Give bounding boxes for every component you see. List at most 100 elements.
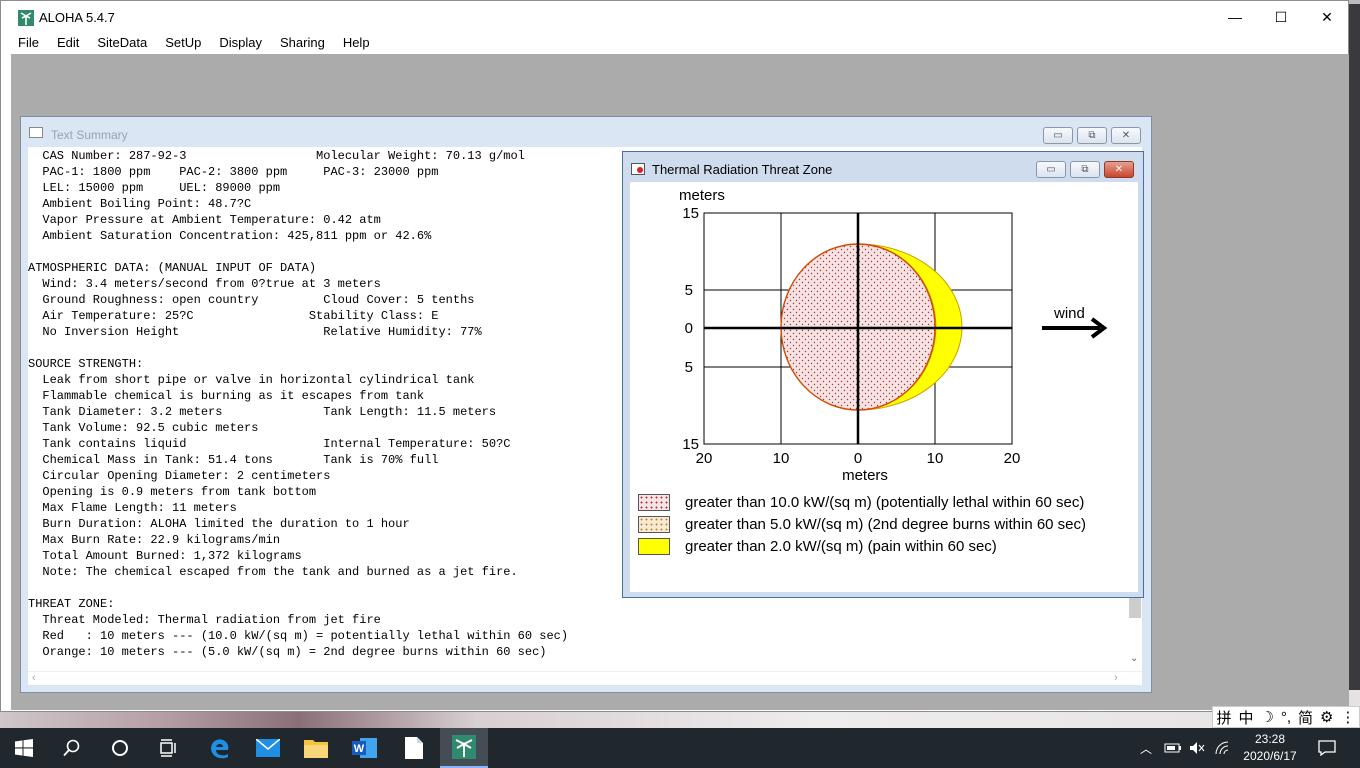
notification-button[interactable] (1318, 728, 1336, 768)
file-explorer-button[interactable] (292, 728, 340, 768)
document-icon (405, 737, 423, 759)
threat-zone-minimize-button[interactable]: ▭ (1036, 161, 1066, 178)
x-tick-0: 0 (854, 450, 862, 467)
summary-line: Tank Diameter: 3.2 meters Tank Length: 1… (28, 405, 497, 419)
menu-display[interactable]: Display (210, 33, 271, 53)
summary-line: Ambient Boiling Point: 48.7?C (28, 197, 252, 211)
task-view-button[interactable] (144, 728, 192, 768)
summary-line: Note: The chemical escaped from the tank… (28, 565, 518, 579)
legend-label-yellow: greater than 2.0 kW/(sq m) (pain within … (685, 537, 997, 555)
ime-toolbar: 拼 中 ☽ °, 简 ⚙ ⋮ (1212, 706, 1360, 728)
edge-button[interactable] (196, 728, 244, 768)
summary-line: THREAT ZONE: (28, 597, 115, 611)
menu-sharing[interactable]: Sharing (271, 33, 334, 53)
wind-label: wind (1053, 305, 1085, 322)
restore-icon: ⧉ (1081, 164, 1089, 175)
text-summary-restore-button[interactable]: ⧉ (1077, 127, 1107, 144)
summary-line: Total Amount Burned: 1,372 kilograms (28, 549, 302, 563)
chevron-left-icon[interactable]: ‹ (32, 672, 36, 684)
search-button[interactable] (48, 728, 96, 768)
ime-pinyin-icon[interactable]: 拼 (1216, 707, 1231, 728)
summary-line: Leak from short pipe or valve in horizon… (28, 373, 475, 387)
legend-item-yellow: greater than 2.0 kW/(sq m) (pain within … (638, 536, 997, 556)
menu-setup[interactable]: SetUp (156, 33, 210, 53)
word-button[interactable]: W (341, 728, 389, 768)
x-tick-left: 20 (696, 450, 713, 467)
menu-file[interactable]: File (1, 33, 48, 53)
summary-line: Tank contains liquid Internal Temperatur… (28, 437, 511, 451)
task-view-icon (160, 739, 176, 757)
chevron-right-icon[interactable]: › (1114, 672, 1118, 684)
restore-icon: ⧉ (1088, 130, 1096, 141)
text-summary-title: Text Summary (51, 128, 128, 142)
title-bar[interactable]: ALOHA 5.4.7 — ☐ ✕ (1, 1, 1348, 33)
mail-icon (256, 739, 280, 757)
notification-icon (1318, 740, 1336, 756)
cortana-icon (112, 740, 128, 756)
x-tick-10-left: 10 (773, 450, 790, 467)
threat-zone-title: Thermal Radiation Threat Zone (652, 162, 833, 177)
battery-icon[interactable] (1164, 728, 1182, 768)
search-icon (63, 739, 80, 757)
maximize-icon: ☐ (1274, 8, 1288, 25)
threat-zone-plot-area: meters 15 5 0 5 15 20 10 0 10 20 meters … (630, 182, 1138, 592)
ime-more-icon[interactable]: ⋮ (1340, 708, 1355, 726)
ime-settings-icon[interactable]: ⚙ (1320, 708, 1333, 726)
y-tick-0: 0 (685, 320, 693, 337)
menu-bar: File Edit SiteData SetUp Display Sharing… (1, 33, 1348, 53)
taskbar: W ︿ 23:28 2020/6/17 (0, 728, 1360, 768)
legend-item-orange: greater than 5.0 kW/(sq m) (2nd degree b… (638, 514, 1086, 534)
close-icon: ✕ (1121, 130, 1131, 141)
summary-line: LEL: 15000 ppm UEL: 89000 ppm (28, 181, 281, 195)
menu-sitedata[interactable]: SiteData (88, 33, 156, 53)
y-tick-5-up: 5 (685, 282, 693, 299)
summary-line: Wind: 3.4 meters/second from 0?true at 3… (28, 277, 381, 291)
aloha-taskbar-button[interactable] (440, 728, 488, 768)
volume-muted-icon[interactable] (1189, 728, 1205, 768)
system-clock[interactable]: 23:28 2020/6/17 (1232, 731, 1308, 765)
word-icon: W (352, 738, 377, 758)
start-button[interactable] (0, 728, 48, 768)
summary-line: Burn Duration: ALOHA limited the duratio… (28, 517, 410, 531)
summary-line: Opening is 0.9 meters from tank bottom (28, 485, 317, 499)
minimize-button[interactable]: — (1212, 1, 1258, 33)
menu-help[interactable]: Help (334, 33, 379, 53)
wifi-icon[interactable] (1214, 728, 1230, 768)
ime-simplified-mode[interactable]: 简 (1298, 707, 1313, 728)
maximize-button[interactable]: ☐ (1258, 1, 1304, 33)
threat-zone-restore-button[interactable]: ⧉ (1070, 161, 1100, 178)
close-button[interactable]: ✕ (1304, 1, 1350, 33)
summary-line: CAS Number: 287-92-3 Molecular Weight: 7… (28, 149, 525, 163)
chevron-down-icon[interactable]: ⌄ (1130, 653, 1138, 664)
ime-chinese-mode[interactable]: 中 (1238, 707, 1253, 728)
ime-halfwidth-icon[interactable]: ☽ (1260, 708, 1273, 726)
y-tick-5-down: 5 (685, 359, 693, 376)
close-icon: ✕ (1114, 164, 1124, 175)
threat-zone-close-button[interactable]: ✕ (1104, 161, 1134, 178)
text-summary-title-bar[interactable]: Text Summary ▭ ⧉ ✕ (21, 117, 1151, 147)
mail-button[interactable] (244, 728, 292, 768)
text-summary-close-button[interactable]: ✕ (1111, 127, 1141, 144)
windows-logo-icon (15, 739, 33, 757)
tray-chevron-up-icon[interactable]: ︿ (1140, 728, 1152, 768)
summary-line: Threat Modeled: Thermal radiation from j… (28, 613, 381, 627)
y-axis-label: meters (679, 187, 725, 204)
x-tick-10-right: 10 (927, 450, 944, 467)
text-summary-minimize-button[interactable]: ▭ (1043, 127, 1073, 144)
y-tick-top: 15 (682, 205, 699, 222)
window-title: ALOHA 5.4.7 (39, 10, 115, 25)
summary-line: SOURCE STRENGTH: (28, 357, 144, 371)
horizontal-scrollbar[interactable]: ‹ › (28, 671, 1142, 685)
threat-zone-title-bar[interactable]: Thermal Radiation Threat Zone ▭ ⧉ ✕ (623, 152, 1143, 182)
svg-text:W: W (354, 743, 365, 755)
summary-line: Ground Roughness: open country Cloud Cov… (28, 293, 475, 307)
menu-edit[interactable]: Edit (48, 33, 88, 53)
summary-line: Flammable chemical is burning as it esca… (28, 389, 425, 403)
close-icon: ✕ (1321, 8, 1333, 25)
summary-line: Ambient Saturation Concentration: 425,81… (28, 229, 432, 243)
cortana-button[interactable] (96, 728, 144, 768)
summary-line: Tank Volume: 92.5 cubic meters (28, 421, 259, 435)
ime-punctuation-icon[interactable]: °, (1281, 709, 1291, 726)
folder-icon (304, 740, 328, 758)
notepad-button[interactable] (390, 728, 438, 768)
